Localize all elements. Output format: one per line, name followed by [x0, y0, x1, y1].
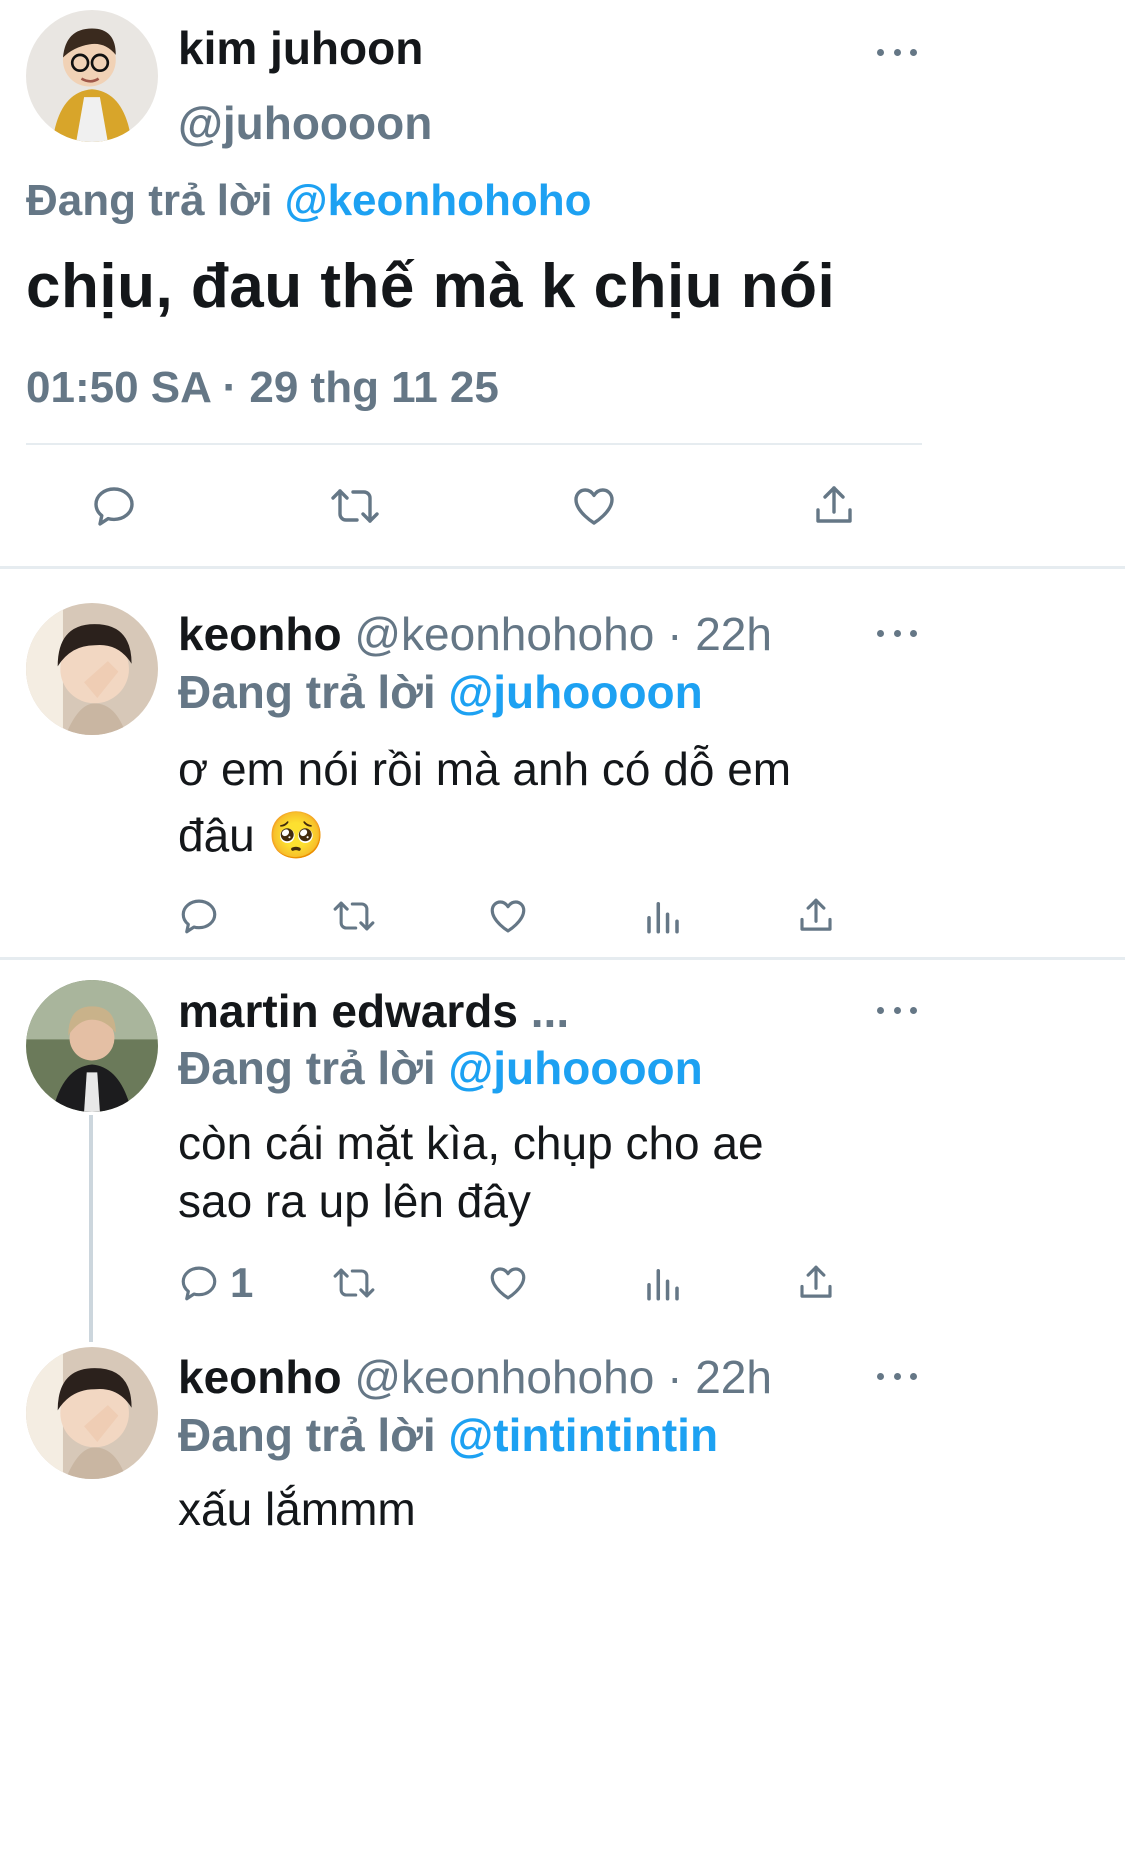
retweet-icon[interactable] — [330, 1262, 378, 1304]
replying-prefix: Đang trả lời — [178, 1042, 436, 1094]
tweet-date: 29 thg 11 25 — [249, 363, 499, 412]
section-divider — [0, 957, 1125, 960]
reply-header: martin edwards ... — [178, 985, 569, 1037]
reply-icon[interactable] — [90, 482, 138, 530]
retweet-icon[interactable] — [330, 895, 378, 937]
avatar-kim-juhoon[interactable] — [26, 10, 158, 142]
reply-author-name[interactable]: keonho — [178, 1351, 342, 1403]
header-separator: · — [667, 608, 683, 660]
reply-icon[interactable] — [178, 1262, 220, 1304]
reply-age[interactable]: 22h — [695, 608, 772, 660]
timestamp-separator: · — [222, 363, 238, 412]
replying-to-link[interactable]: @juhoooon — [448, 666, 702, 718]
reply-author-name[interactable]: martin edwards — [178, 985, 518, 1037]
retweet-icon[interactable] — [327, 482, 383, 530]
analytics-icon[interactable] — [642, 1262, 684, 1304]
like-icon[interactable] — [570, 482, 618, 530]
action-bar-divider — [26, 443, 922, 445]
reply-author-name[interactable]: keonho — [178, 608, 342, 660]
replying-prefix: Đang trả lời — [178, 1409, 436, 1461]
replying-to-link[interactable]: @keonhohoho — [285, 176, 592, 225]
reply-text: ơ em nói rồi mà anh có dỗ em đâu 🥺 — [178, 743, 792, 861]
avatar-keonho[interactable] — [26, 1347, 158, 1479]
section-divider — [0, 566, 1125, 569]
reply-header: keonho @keonhohoho · 22h — [178, 608, 772, 660]
replying-prefix: Đang trả lời — [26, 176, 273, 225]
avatar-martin-edwards[interactable] — [26, 980, 158, 1112]
more-icon[interactable] — [877, 1366, 917, 1386]
header-separator: · — [667, 1351, 683, 1403]
avatar-keonho[interactable] — [26, 603, 158, 735]
more-icon[interactable] — [877, 42, 917, 62]
analytics-icon[interactable] — [642, 895, 684, 937]
replying-to-link[interactable]: @tintintintin — [448, 1409, 718, 1461]
replying-prefix: Đang trả lời — [178, 666, 436, 718]
thread-connector — [89, 1115, 93, 1342]
tweet-timestamp[interactable]: 01:50 SA · 29 thg 11 25 — [26, 362, 499, 414]
reply-icon[interactable] — [178, 895, 220, 937]
reply-age[interactable]: 22h — [695, 1351, 772, 1403]
like-icon[interactable] — [487, 895, 529, 937]
reply-count: 1 — [230, 1259, 254, 1306]
more-icon[interactable] — [877, 1000, 917, 1020]
share-icon[interactable] — [810, 482, 858, 530]
share-icon[interactable] — [795, 1262, 837, 1304]
tweet-time: 01:50 SA — [26, 363, 211, 412]
name-ellipsis: ... — [530, 985, 570, 1037]
reply-header: keonho @keonhohoho · 22h — [178, 1351, 772, 1403]
replying-to-line: Đang trả lời @keonhohoho — [26, 175, 592, 227]
reply-text: còn cái mặt kìa, chụp cho ae sao ra up l… — [178, 1117, 764, 1227]
author-name[interactable]: kim juhoon — [178, 22, 423, 74]
like-icon[interactable] — [487, 1262, 529, 1304]
share-icon[interactable] — [795, 895, 837, 937]
reply-author-handle[interactable]: @keonhohoho — [354, 608, 654, 660]
replying-to-line: Đang trả lời @juhoooon — [178, 1042, 703, 1094]
replying-to-line: Đang trả lời @tintintintin — [178, 1409, 718, 1461]
more-icon[interactable] — [877, 623, 917, 643]
replying-to-link[interactable]: @juhoooon — [448, 1042, 702, 1094]
author-handle[interactable]: @juhoooon — [178, 97, 432, 149]
reply-text: xấu lắmmm — [178, 1483, 416, 1535]
tweet-text: chịu, đau thế mà k chịu nói — [26, 252, 836, 321]
replying-to-line: Đang trả lời @juhoooon — [178, 666, 703, 718]
reply-author-handle[interactable]: @keonhohoho — [354, 1351, 654, 1403]
